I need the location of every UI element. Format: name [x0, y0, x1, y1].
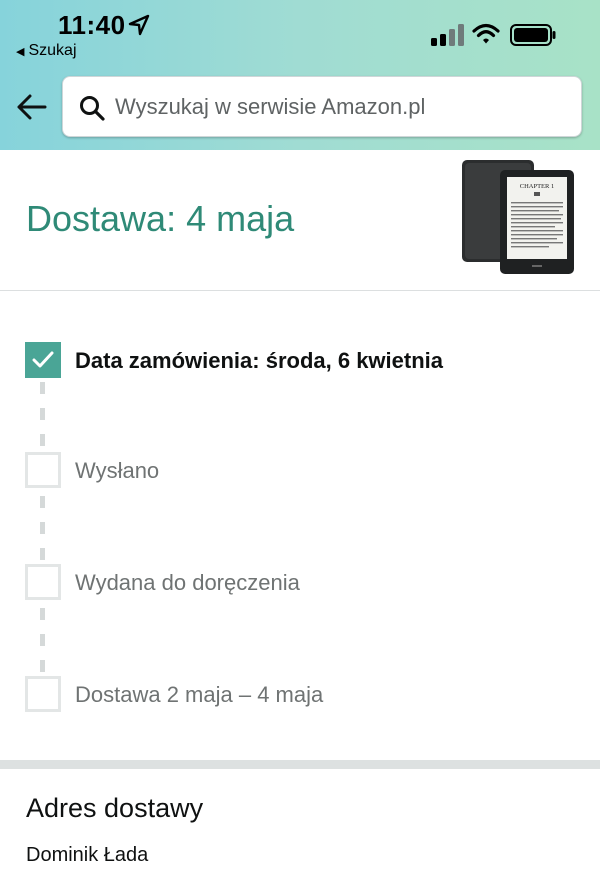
search-icon[interactable] [79, 95, 105, 121]
location-arrow-icon [128, 14, 150, 36]
step-label-ordered: Data zamówienia: środa, 6 kwietnia [75, 348, 444, 373]
step-checkbox [25, 452, 61, 488]
search-input[interactable] [115, 89, 565, 125]
section-divider [0, 760, 600, 769]
delivery-summary: Dostawa: 4 maja CHAPTER 1 [0, 150, 600, 291]
step-label-shipped: Wysłano [75, 458, 160, 483]
step-checkbox [25, 564, 61, 600]
step-label-delivery: Dostawa 2 maja – 4 maja [75, 682, 324, 707]
checkmark-icon [32, 351, 54, 368]
tracker-step-delivery: Dostawa 2 maja – 4 maja [25, 676, 585, 716]
search-bar[interactable] [62, 76, 582, 137]
tracker-step-out-for-delivery: Wydana do doręczenia [25, 564, 585, 604]
tracker-step-ordered: Data zamówienia: środa, 6 kwietnia [25, 342, 585, 382]
tracker-connector [40, 634, 45, 646]
tracker-connector [40, 496, 45, 508]
back-app-label: Szukaj [28, 42, 77, 59]
delivery-title: Dostawa: 4 maja [26, 198, 295, 239]
address-name: Dominik Łada [26, 844, 149, 866]
step-checkbox-checked [25, 342, 61, 378]
back-triangle-icon: ◀ [16, 45, 25, 58]
tracker-connector [40, 608, 45, 620]
battery-icon [510, 24, 556, 46]
tracker-connector [40, 548, 45, 560]
signal-icon [431, 24, 464, 46]
order-tracker: Data zamówienia: środa, 6 kwietnia Wysła… [0, 292, 600, 760]
tracker-connector [40, 434, 45, 446]
tracker-connector [40, 382, 45, 394]
wifi-icon [472, 23, 500, 44]
svg-text:CHAPTER 1: CHAPTER 1 [520, 183, 555, 190]
tracker-step-shipped: Wysłano [25, 452, 585, 492]
status-time: 11:40 [58, 10, 126, 40]
address-title: Adres dostawy [26, 793, 204, 823]
step-label-out-for-delivery: Wydana do doręczenia [75, 570, 300, 595]
back-to-app-link[interactable]: ◀ Szukaj [16, 42, 77, 60]
kindle-paperwhite-image[interactable]: CHAPTER 1 [462, 160, 574, 274]
step-checkbox [25, 676, 61, 712]
arrow-left-icon[interactable] [15, 92, 49, 122]
tracker-connector [40, 522, 45, 534]
tracker-connector [40, 408, 45, 420]
app-header: 11:40 ◀ Szukaj [0, 0, 600, 150]
tracker-connector [40, 660, 45, 672]
